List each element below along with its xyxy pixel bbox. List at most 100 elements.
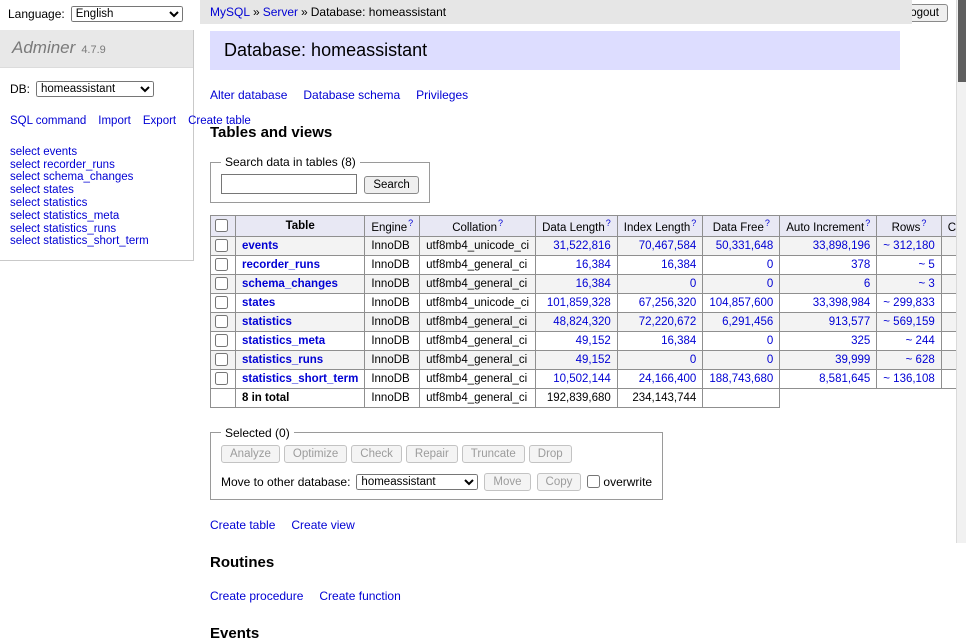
- row-checkbox-states[interactable]: [215, 296, 228, 309]
- table-link-statistics_short_term[interactable]: statistics_short_term: [242, 373, 358, 385]
- data-free-link-statistics_meta[interactable]: 0: [767, 335, 773, 347]
- db-link-privileges[interactable]: Privileges: [416, 88, 468, 102]
- rows-link-states[interactable]: ~ 299,833: [883, 297, 934, 309]
- truncate-button[interactable]: Truncate: [462, 445, 525, 463]
- sidebar-select-recorder-runs[interactable]: select recorder_runs: [10, 159, 183, 172]
- row-checkbox-schema_changes[interactable]: [215, 277, 228, 290]
- auto-increment-link-statistics_runs[interactable]: 39,999: [835, 354, 870, 366]
- sidebar-select-states[interactable]: select states: [10, 184, 183, 197]
- analyze-button[interactable]: Analyze: [221, 445, 280, 463]
- table-link-schema_changes[interactable]: schema_changes: [242, 278, 338, 290]
- link-create-view[interactable]: Create view: [291, 518, 354, 532]
- table-link-statistics_runs[interactable]: statistics_runs: [242, 354, 323, 366]
- table-link-states[interactable]: states: [242, 297, 275, 309]
- optimize-button[interactable]: Optimize: [284, 445, 347, 463]
- rows-link-recorder_runs[interactable]: ~ 5: [918, 259, 934, 271]
- index-length-link-recorder_runs[interactable]: 16,384: [661, 259, 696, 271]
- auto-increment-link-statistics_meta[interactable]: 325: [851, 335, 870, 347]
- overwrite-option[interactable]: overwrite: [587, 475, 652, 489]
- rows-link-schema_changes[interactable]: ~ 3: [918, 278, 934, 290]
- help-link-index-length[interactable]: ?: [691, 218, 696, 228]
- breadcrumb-mysql[interactable]: MySQL: [210, 5, 250, 19]
- auto-increment-link-statistics[interactable]: 913,577: [829, 316, 871, 328]
- table-link-statistics[interactable]: statistics: [242, 316, 292, 328]
- help-link-data-free[interactable]: ?: [765, 218, 770, 228]
- data-free-link-recorder_runs[interactable]: 0: [767, 259, 773, 271]
- rows-link-statistics[interactable]: ~ 569,159: [883, 316, 934, 328]
- auto-increment-link-schema_changes[interactable]: 6: [864, 278, 870, 290]
- copy-button[interactable]: Copy: [537, 473, 582, 491]
- help-link-auto-increment[interactable]: ?: [865, 218, 870, 228]
- db-link-database-schema[interactable]: Database schema: [303, 88, 400, 102]
- row-checkbox-statistics_short_term[interactable]: [215, 372, 228, 385]
- check-button[interactable]: Check: [351, 445, 402, 463]
- data-length-link-statistics_short_term[interactable]: 10,502,144: [553, 373, 611, 385]
- data-free-link-schema_changes[interactable]: 0: [767, 278, 773, 290]
- db-link-alter-database[interactable]: Alter database: [210, 88, 287, 102]
- check-all-checkbox[interactable]: [215, 219, 228, 232]
- table-link-recorder_runs[interactable]: recorder_runs: [242, 259, 320, 271]
- rows-link-statistics_meta[interactable]: ~ 244: [906, 335, 935, 347]
- breadcrumb-server[interactable]: Server: [263, 5, 298, 19]
- sidebar-select-events[interactable]: select events: [10, 146, 183, 159]
- sidebar-select-statistics-meta[interactable]: select statistics_meta: [10, 210, 183, 223]
- overwrite-checkbox[interactable]: [587, 475, 600, 488]
- index-length-link-statistics_runs[interactable]: 0: [690, 354, 696, 366]
- data-length-link-statistics_runs[interactable]: 49,152: [576, 354, 611, 366]
- index-length-link-statistics_meta[interactable]: 16,384: [661, 335, 696, 347]
- link-create-function[interactable]: Create function: [319, 589, 400, 603]
- row-checkbox-statistics_meta[interactable]: [215, 334, 228, 347]
- link-create-procedure[interactable]: Create procedure: [210, 589, 303, 603]
- index-length-link-statistics[interactable]: 72,220,672: [639, 316, 697, 328]
- move-db-select[interactable]: homeassistant: [356, 474, 478, 490]
- data-length-link-schema_changes[interactable]: 16,384: [576, 278, 611, 290]
- auto-increment-link-events[interactable]: 33,898,196: [813, 240, 871, 252]
- data-free-link-events[interactable]: 50,331,648: [716, 240, 774, 252]
- row-checkbox-recorder_runs[interactable]: [215, 258, 228, 271]
- auto-increment-link-statistics_short_term[interactable]: 8,581,645: [819, 373, 870, 385]
- table-link-statistics_meta[interactable]: statistics_meta: [242, 335, 325, 347]
- data-free-link-statistics_runs[interactable]: 0: [767, 354, 773, 366]
- link-create-table[interactable]: Create table: [210, 518, 275, 532]
- search-input[interactable]: [221, 174, 357, 194]
- language-select[interactable]: English: [71, 6, 183, 22]
- data-length-link-recorder_runs[interactable]: 16,384: [576, 259, 611, 271]
- row-checkbox-events[interactable]: [215, 239, 228, 252]
- auto-increment-link-recorder_runs[interactable]: 378: [851, 259, 870, 271]
- data-length-link-statistics[interactable]: 48,824,320: [553, 316, 611, 328]
- sidebar-link-sql-command[interactable]: SQL command: [10, 115, 86, 127]
- sidebar-select-statistics[interactable]: select statistics: [10, 197, 183, 210]
- table-link-events[interactable]: events: [242, 240, 278, 252]
- sidebar-select-schema-changes[interactable]: select schema_changes: [10, 171, 183, 184]
- data-length-link-states[interactable]: 101,859,328: [547, 297, 611, 309]
- data-free-link-statistics[interactable]: 6,291,456: [722, 316, 773, 328]
- sidebar-select-statistics-short-term[interactable]: select statistics_short_term: [10, 235, 183, 248]
- rows-link-statistics_short_term[interactable]: ~ 136,108: [883, 373, 934, 385]
- sidebar-link-export[interactable]: Export: [143, 115, 176, 127]
- rows-link-events[interactable]: ~ 312,180: [883, 240, 934, 252]
- data-free-link-states[interactable]: 104,857,600: [709, 297, 773, 309]
- index-length-link-states[interactable]: 67,256,320: [639, 297, 697, 309]
- sidebar-link-import[interactable]: Import: [98, 115, 131, 127]
- sidebar-select-statistics-runs[interactable]: select statistics_runs: [10, 223, 183, 236]
- row-checkbox-statistics[interactable]: [215, 315, 228, 328]
- help-link-engine[interactable]: ?: [408, 218, 413, 228]
- move-button[interactable]: Move: [484, 473, 530, 491]
- drop-button[interactable]: Drop: [529, 445, 572, 463]
- search-button[interactable]: Search: [364, 176, 418, 194]
- scrollbar[interactable]: [956, 0, 966, 543]
- rows-link-statistics_runs[interactable]: ~ 628: [906, 354, 935, 366]
- index-length-link-statistics_short_term[interactable]: 24,166,400: [639, 373, 697, 385]
- row-checkbox-statistics_runs[interactable]: [215, 353, 228, 366]
- db-select[interactable]: homeassistant: [36, 81, 154, 97]
- data-length-link-events[interactable]: 31,522,816: [553, 240, 611, 252]
- help-link-rows[interactable]: ?: [921, 218, 926, 228]
- data-free-link-statistics_short_term[interactable]: 188,743,680: [709, 373, 773, 385]
- help-link-collation[interactable]: ?: [498, 218, 503, 228]
- index-length-link-events[interactable]: 70,467,584: [639, 240, 697, 252]
- scrollbar-thumb[interactable]: [958, 0, 966, 82]
- data-length-link-statistics_meta[interactable]: 49,152: [576, 335, 611, 347]
- repair-button[interactable]: Repair: [406, 445, 458, 463]
- help-link-data-length[interactable]: ?: [606, 218, 611, 228]
- auto-increment-link-states[interactable]: 33,398,984: [813, 297, 871, 309]
